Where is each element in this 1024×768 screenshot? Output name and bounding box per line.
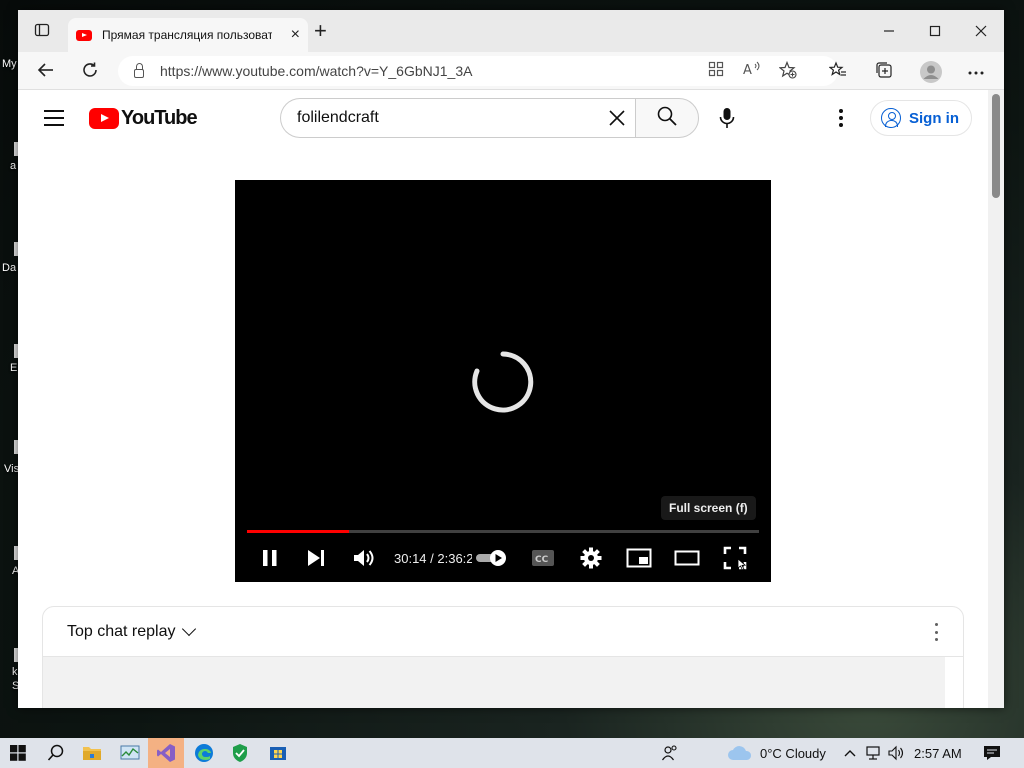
- network-icon[interactable]: [862, 738, 884, 768]
- new-tab-button[interactable]: +: [314, 20, 327, 42]
- fullscreen-icon[interactable]: [723, 546, 747, 570]
- search-taskbar-icon[interactable]: [38, 738, 74, 768]
- desktop-icon-label[interactable]: k: [12, 666, 18, 678]
- search-icon: [656, 105, 678, 132]
- account-icon: [881, 108, 901, 128]
- visual-studio-icon[interactable]: [148, 738, 184, 768]
- page-scrollbar[interactable]: [988, 90, 1004, 708]
- lock-icon[interactable]: [134, 62, 144, 78]
- desktop-icon-label[interactable]: Da: [2, 262, 16, 274]
- clear-search-icon[interactable]: [606, 107, 628, 129]
- hamburger-menu-icon[interactable]: [44, 110, 64, 126]
- close-window-button[interactable]: [958, 20, 1004, 42]
- miniplayer-icon[interactable]: [626, 546, 652, 570]
- desktop-icon-label[interactable]: a: [10, 160, 16, 172]
- pause-button[interactable]: [259, 546, 281, 570]
- chat-header: Top chat replay: [43, 607, 963, 657]
- progress-bar[interactable]: [247, 530, 759, 533]
- search-input[interactable]: [297, 109, 597, 127]
- desktop-icon-label[interactable]: My: [2, 58, 17, 70]
- desktop-icon-label[interactable]: E: [10, 362, 17, 374]
- volume-icon[interactable]: [352, 546, 376, 570]
- browser-titlebar: Прямая трансляция пользовате × +: [18, 10, 1004, 52]
- chevron-down-icon[interactable]: [181, 621, 196, 636]
- next-button[interactable]: [305, 546, 327, 570]
- settings-more-icon[interactable]: [966, 61, 986, 81]
- maximize-button[interactable]: [912, 20, 958, 42]
- back-arrow-icon[interactable]: [36, 61, 56, 81]
- security-shield-icon[interactable]: [222, 738, 258, 768]
- file-explorer-icon[interactable]: [74, 738, 110, 768]
- time-display: 30:14 / 2:36:2: [394, 550, 472, 566]
- desktop-icon-label[interactable]: Vis: [4, 463, 19, 475]
- captions-button[interactable]: CC: [531, 546, 555, 570]
- chat-mode-selector[interactable]: Top chat replay: [67, 623, 176, 641]
- volume-tray-icon[interactable]: [886, 738, 908, 768]
- youtube-favicon-icon: [76, 29, 92, 41]
- browser-tab-active[interactable]: Прямая трансляция пользовате ×: [68, 18, 308, 52]
- favorites-icon[interactable]: [828, 61, 848, 81]
- search-button[interactable]: [635, 98, 699, 138]
- youtube-page: YouTube Sign in: [18, 90, 988, 708]
- edge-browser-icon[interactable]: [186, 738, 222, 768]
- progress-played: [247, 530, 350, 533]
- start-windows-icon[interactable]: [0, 738, 36, 768]
- url-text[interactable]: https://www.youtube.com/watch?v=Y_6GbNJ1…: [160, 63, 472, 79]
- more-options-icon[interactable]: [834, 106, 848, 130]
- store-app-icon[interactable]: [260, 738, 296, 768]
- task-manager-icon[interactable]: [112, 738, 148, 768]
- chevron-up-icon[interactable]: [840, 738, 860, 768]
- collections-icon[interactable]: [874, 61, 894, 81]
- sign-in-button[interactable]: Sign in: [870, 100, 972, 136]
- search-box[interactable]: [280, 98, 636, 138]
- people-icon[interactable]: [656, 738, 684, 768]
- address-bar: https://www.youtube.com/watch?v=Y_6GbNJ1…: [18, 52, 1004, 90]
- notifications-icon[interactable]: [978, 738, 1006, 768]
- settings-gear-icon[interactable]: [580, 546, 602, 570]
- sign-in-label: Sign in: [909, 109, 959, 127]
- scrollbar-thumb[interactable]: [992, 94, 1000, 198]
- weather-cloud-icon[interactable]: [724, 738, 756, 768]
- theater-mode-icon[interactable]: [674, 546, 700, 570]
- microphone-icon[interactable]: [716, 106, 738, 130]
- chat-panel: Top chat replay: [42, 606, 964, 708]
- clock-time[interactable]: 2:57 AM: [914, 738, 962, 768]
- video-player[interactable]: Full screen (f) 30:14 / 2:36:2 CC: [235, 180, 771, 582]
- autoplay-toggle[interactable]: [475, 546, 509, 570]
- add-favorite-icon[interactable]: [778, 60, 798, 81]
- youtube-logo[interactable]: YouTube: [89, 107, 198, 130]
- chat-more-options-icon[interactable]: [935, 623, 939, 641]
- svg-text:A: A: [743, 63, 752, 77]
- url-field[interactable]: https://www.youtube.com/watch?v=Y_6GbNJ1…: [118, 56, 838, 86]
- weather-text[interactable]: 0°C Cloudy: [760, 738, 826, 768]
- chat-body: [43, 657, 945, 708]
- youtube-header: YouTube Sign in: [18, 90, 988, 146]
- browser-window: Прямая трансляция пользовате × + https:/…: [18, 10, 1004, 708]
- svg-text:CC: CC: [535, 555, 549, 565]
- fullscreen-tooltip: Full screen (f): [661, 496, 756, 520]
- tab-close-icon[interactable]: ×: [291, 26, 300, 44]
- tab-actions-icon[interactable]: [34, 22, 52, 40]
- minimize-button[interactable]: [866, 20, 912, 42]
- app-available-icon[interactable]: [706, 61, 726, 81]
- tab-title: Прямая трансляция пользовате: [102, 28, 272, 42]
- loading-spinner-icon: [471, 350, 535, 414]
- youtube-play-logo-icon: [89, 108, 119, 129]
- refresh-icon[interactable]: [80, 61, 100, 81]
- profile-avatar-icon[interactable]: [920, 61, 942, 83]
- taskbar: 0°C Cloudy 2:57 AM: [0, 738, 1024, 768]
- youtube-logo-text: YouTube: [121, 107, 198, 129]
- read-aloud-icon[interactable]: A: [742, 61, 762, 81]
